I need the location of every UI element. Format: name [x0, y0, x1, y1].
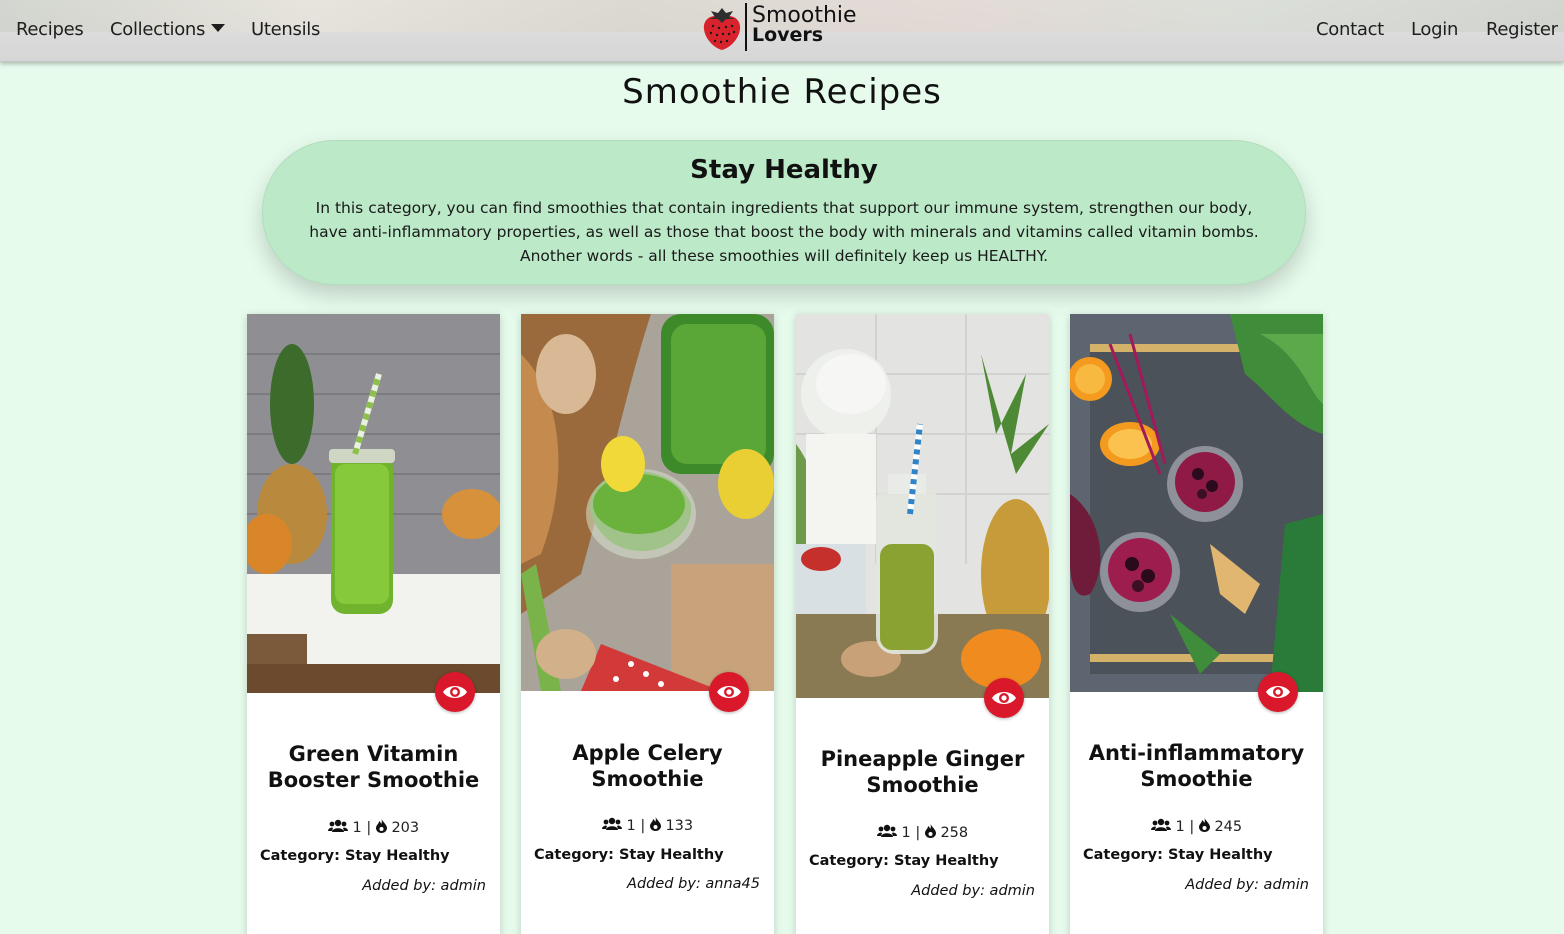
caret-down-icon	[211, 24, 226, 32]
recipe-title[interactable]: Green Vitamin Booster Smoothie	[257, 741, 490, 793]
view-recipe-button[interactable]	[984, 678, 1024, 718]
recipe-stats: 1 | 258	[796, 824, 1049, 841]
recipe-author: Added by: anna45	[627, 876, 760, 892]
recipe-category: Category: Stay Healthy	[534, 847, 724, 863]
fire-icon	[375, 819, 387, 833]
nav-login-link[interactable]: Login	[1411, 19, 1458, 40]
recipe-image[interactable]	[796, 314, 1049, 698]
recipe-stats: 1 | 245	[1070, 818, 1323, 835]
users-icon	[876, 824, 897, 837]
recipe-stats: 1 | 133	[521, 817, 774, 834]
calories-count: 203	[391, 820, 420, 836]
calories-count: 133	[665, 818, 694, 834]
nav-collections-label: Collections	[110, 19, 206, 40]
recipe-image[interactable]	[247, 314, 500, 693]
site-logo[interactable]: Smoothie Lovers	[702, 2, 872, 52]
fire-icon	[1198, 818, 1210, 832]
recipe-author: Added by: admin	[362, 878, 486, 894]
eye-icon	[717, 686, 741, 698]
category-banner: Stay Healthy In this category, you can f…	[262, 140, 1306, 285]
logo-text-lovers: Lovers	[752, 24, 824, 46]
servings-count: 1	[901, 825, 911, 841]
servings-count: 1	[626, 818, 636, 834]
recipe-stats: 1 | 203	[247, 819, 500, 836]
category-description: In this category, you can find smoothies…	[309, 199, 1259, 265]
recipe-card[interactable]: Pineapple Ginger Smoothie 1 | 258 Catego…	[796, 314, 1049, 934]
recipe-author: Added by: admin	[1185, 877, 1309, 893]
nav-collections-dropdown[interactable]: Collections	[110, 19, 226, 40]
page-title: Smoothie Recipes	[622, 72, 942, 112]
nav-recipes-link[interactable]: Recipes	[16, 19, 84, 40]
recipe-category: Category: Stay Healthy	[809, 853, 999, 869]
nav-contact-link[interactable]: Contact	[1316, 19, 1384, 40]
top-navbar: Recipes Collections Utensils Smoothie Lo…	[0, 0, 1564, 62]
view-recipe-button[interactable]	[1258, 672, 1298, 712]
view-recipe-button[interactable]	[435, 672, 475, 712]
servings-count: 1	[352, 820, 362, 836]
recipe-author: Added by: admin	[911, 883, 1035, 899]
view-recipe-button[interactable]	[709, 672, 749, 712]
category-title: Stay Healthy	[690, 155, 878, 185]
recipe-title[interactable]: Apple Celery Smoothie	[531, 740, 764, 792]
recipe-category: Category: Stay Healthy	[260, 848, 450, 864]
nav-register-link[interactable]: Register	[1486, 19, 1558, 40]
users-icon	[1150, 818, 1171, 831]
users-icon	[601, 817, 622, 830]
recipe-category: Category: Stay Healthy	[1083, 847, 1273, 863]
fire-icon	[649, 817, 661, 831]
nav-utensils-link[interactable]: Utensils	[251, 19, 320, 40]
recipe-title[interactable]: Anti-inflammatory Smoothie	[1080, 740, 1313, 792]
calories-count: 245	[1214, 819, 1243, 835]
recipe-image[interactable]	[1070, 314, 1323, 692]
users-icon	[327, 819, 348, 832]
servings-count: 1	[1175, 819, 1185, 835]
recipe-image[interactable]	[521, 314, 774, 691]
recipe-card[interactable]: Anti-inflammatory Smoothie 1 | 245 Categ…	[1070, 314, 1323, 934]
eye-icon	[1266, 686, 1290, 698]
eye-icon	[992, 692, 1016, 704]
logo-divider	[745, 3, 747, 51]
recipe-card[interactable]: Apple Celery Smoothie 1 | 133 Category: …	[521, 314, 774, 934]
strawberry-icon	[703, 8, 741, 50]
fire-icon	[924, 824, 936, 838]
calories-count: 258	[940, 825, 969, 841]
eye-icon	[443, 686, 467, 698]
recipe-card[interactable]: Green Vitamin Booster Smoothie 1 | 203 C…	[247, 314, 500, 934]
recipe-title[interactable]: Pineapple Ginger Smoothie	[806, 746, 1039, 798]
